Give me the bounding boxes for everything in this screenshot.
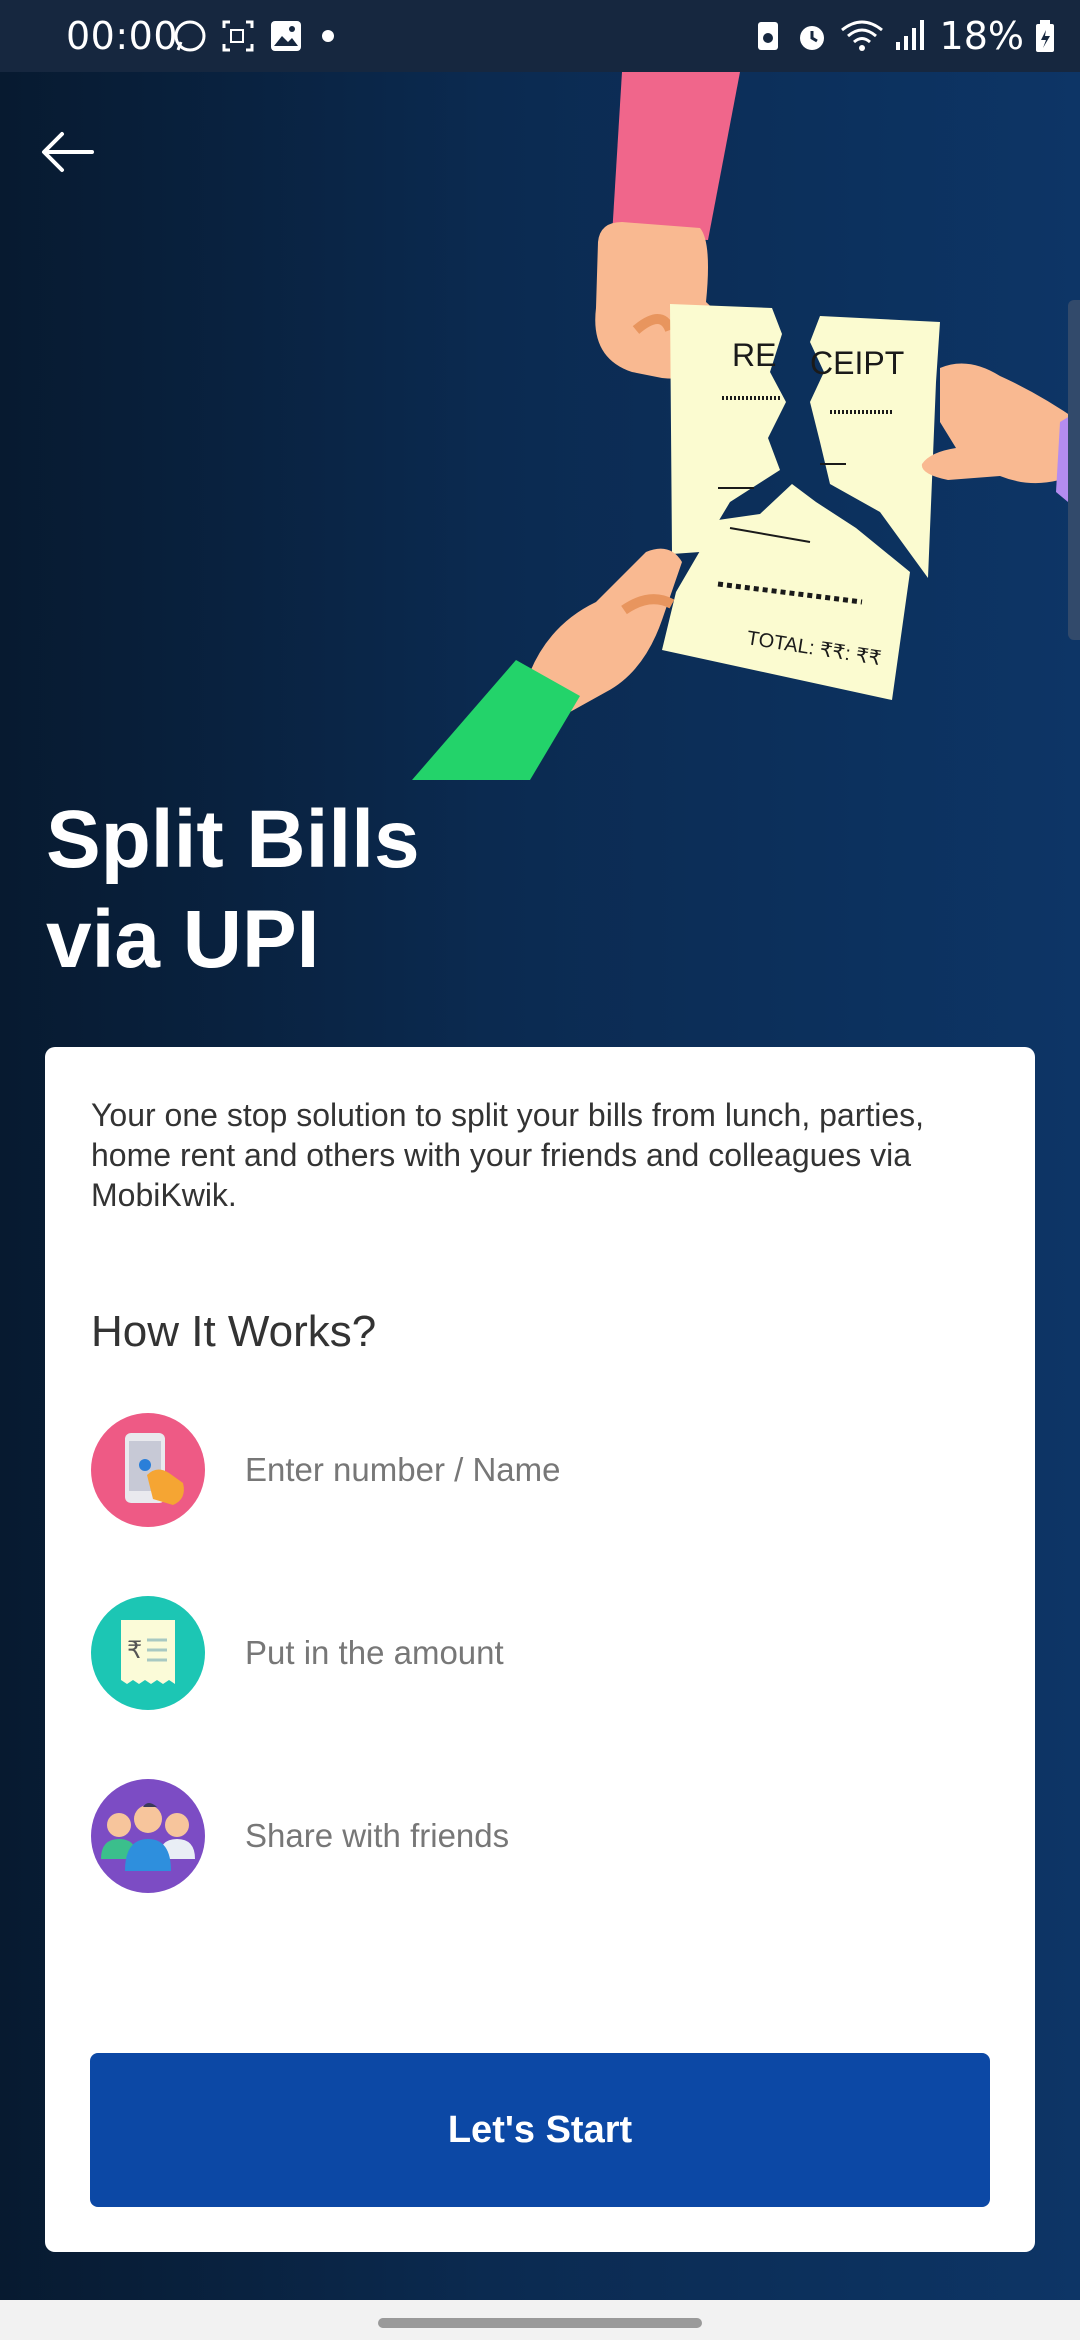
screen-record-icon (222, 20, 254, 52)
alarm-icon (799, 26, 824, 50)
signal-icon (895, 20, 924, 50)
whatsapp-icon (174, 20, 206, 52)
step-item-share-friends: Share with friends (91, 1779, 971, 1895)
how-it-works-heading: How It Works? (91, 1307, 377, 1356)
wifi-icon (840, 20, 883, 51)
phone-tap-icon (91, 1413, 205, 1527)
step-item-put-amount: ₹ Put in the amount (91, 1596, 971, 1712)
arrow-left-icon[interactable] (36, 118, 106, 188)
status-left-icons (172, 18, 340, 54)
step-label: Enter number / Name (245, 1451, 561, 1488)
status-bar: 00:00 18% (0, 0, 1080, 72)
step-item-enter-number: Enter number / Name (91, 1413, 971, 1529)
page-title-line1: Split Bills (46, 794, 420, 885)
battery-percentage: 18% (939, 14, 1024, 58)
page-title: Split Bills via UPI (46, 790, 746, 990)
svg-text:₹: ₹ (127, 1636, 142, 1664)
receipt-icon: ₹ (91, 1596, 205, 1710)
description-text: Your one stop solution to split your bil… (91, 1097, 925, 1213)
dot-icon (322, 30, 334, 42)
receipt-text-right: CEIPT (810, 345, 904, 381)
lets-start-button[interactable]: Let's Start (90, 2053, 990, 2207)
gallery-icon (271, 21, 301, 51)
split-receipt-illustration: RE CEIPT TOTAL: ₹₹: ₹₹ (412, 72, 1080, 780)
step-label: Share with friends (245, 1817, 510, 1854)
page-title-line2: via UPI (46, 894, 320, 985)
status-right-icons: 18% (752, 14, 1056, 58)
battery-saver-icon (757, 22, 778, 50)
receipt-text-left: RE (732, 337, 776, 373)
navigation-bar (0, 2300, 1080, 2340)
status-time: 00:00 (66, 14, 179, 58)
home-indicator[interactable] (378, 2318, 702, 2328)
battery-icon (1036, 20, 1054, 52)
step-label: Put in the amount (245, 1634, 504, 1671)
group-icon (91, 1779, 205, 1893)
scrollbar[interactable] (1068, 300, 1080, 640)
info-card: Your one stop solution to split your bil… (45, 1047, 1035, 2252)
